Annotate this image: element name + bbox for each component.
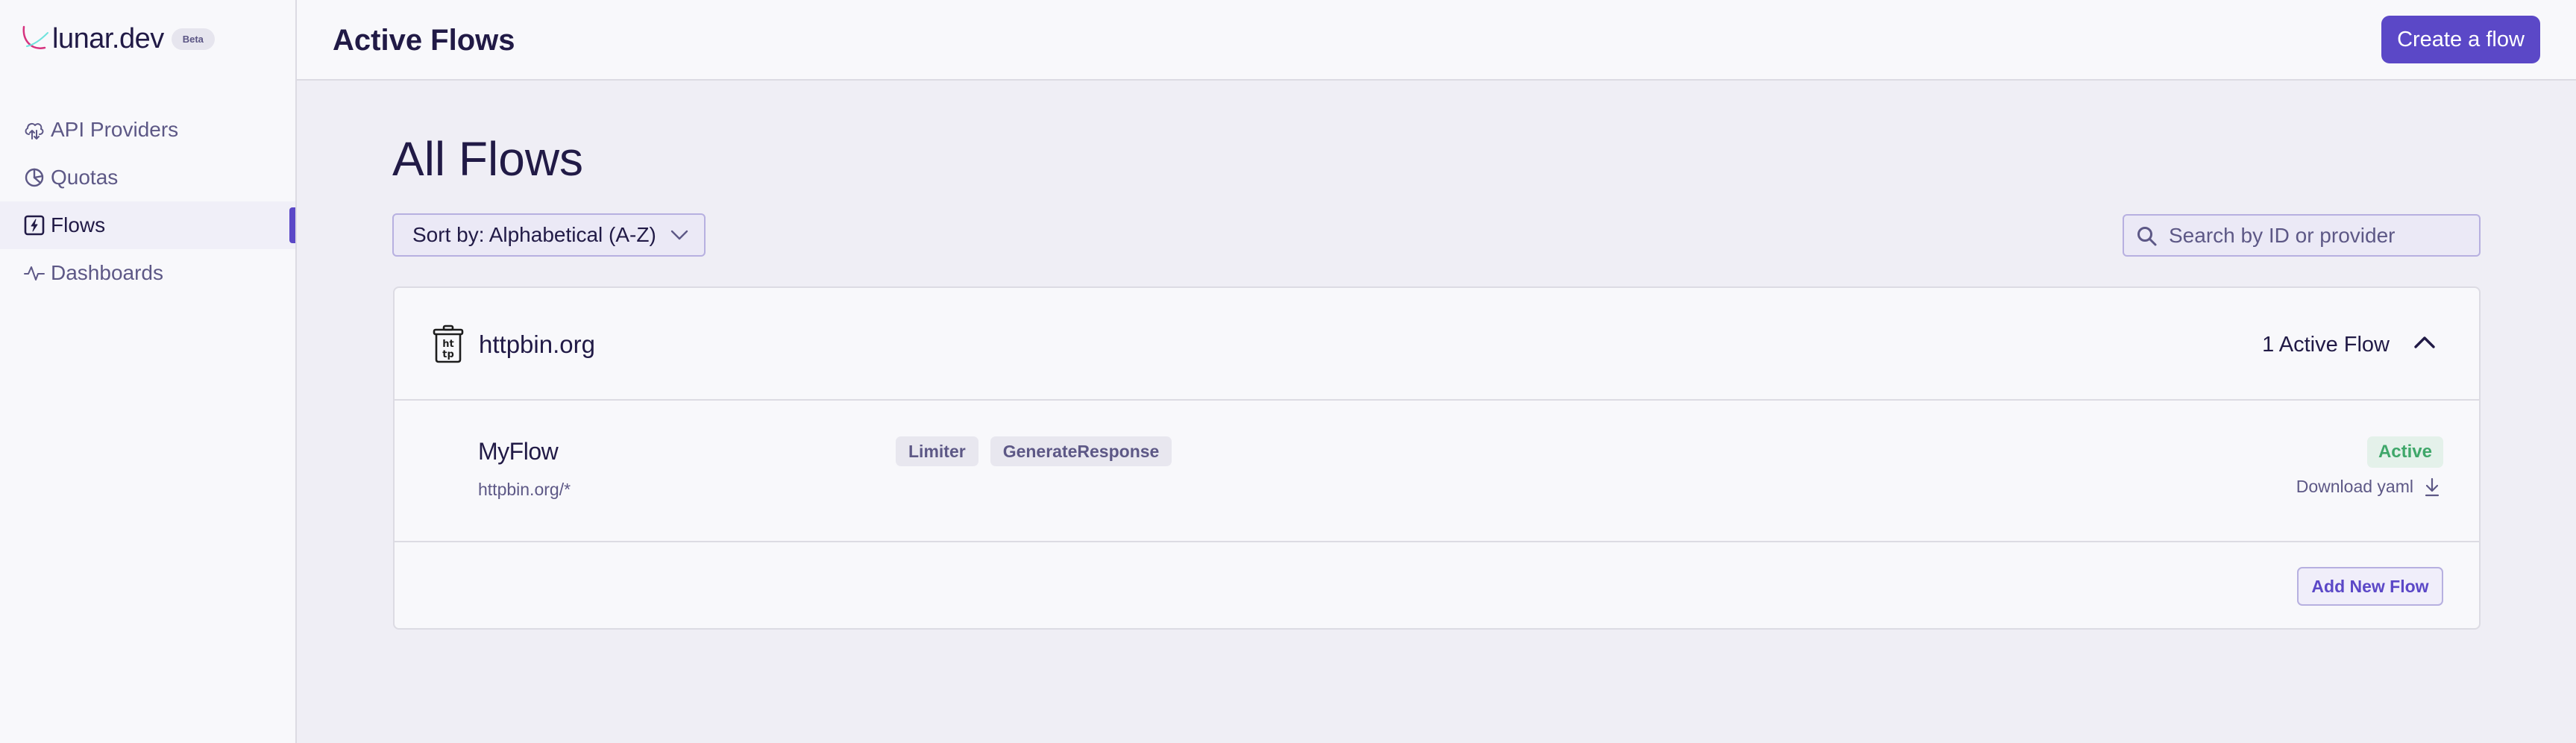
sidebar-item-label: API Providers [51, 118, 179, 141]
status-badge: Active [2366, 436, 2443, 468]
add-new-flow-button[interactable]: Add New Flow [2297, 567, 2443, 606]
sidebar-item-api-providers[interactable]: API Providers [0, 106, 295, 154]
active-nav-indicator [289, 207, 295, 243]
provider-card-footer: Add New Flow [395, 542, 2479, 630]
lunar-logo-icon [22, 25, 48, 49]
svg-text:tp: tp [442, 349, 454, 360]
provider-card-header[interactable]: ht tp httpbin.org 1 Active Flow [395, 288, 2479, 401]
lightning-box-icon [22, 213, 46, 237]
sort-dropdown-value: Sort by: Alphabetical (A-Z) [412, 223, 656, 246]
flow-tags: Limiter GenerateResponse [896, 436, 1172, 466]
provider-name: httpbin.org [479, 330, 595, 358]
flow-row[interactable]: MyFlow httpbin.org/* Limiter GenerateRes… [395, 401, 2479, 542]
section-title: All Flows [392, 132, 584, 186]
sidebar-item-flows[interactable]: Flows [0, 201, 295, 249]
sidebar-item-label: Flows [51, 213, 106, 236]
download-yaml-label: Download yaml [2296, 477, 2413, 496]
download-yaml-link[interactable]: Download yaml [2296, 477, 2440, 497]
download-icon [2425, 477, 2440, 496]
chevron-down-icon [670, 230, 688, 240]
cloud-upload-download-icon [22, 118, 46, 142]
sidebar-item-label: Dashboards [51, 261, 163, 284]
flow-tag: Limiter [896, 436, 978, 466]
pulse-icon [22, 261, 46, 285]
brand-name: lunar.dev [52, 22, 164, 54]
http-jar-icon: ht tp [433, 325, 464, 363]
sidebar-item-dashboards[interactable]: Dashboards [0, 249, 295, 297]
search-icon [2137, 227, 2157, 246]
search-input[interactable] [2169, 216, 2467, 255]
logo[interactable]: lunar.dev Beta [21, 22, 215, 55]
page-title: Active Flows [333, 24, 515, 57]
flow-tag: GenerateResponse [990, 436, 1172, 466]
svg-text:ht: ht [442, 339, 453, 350]
create-flow-button[interactable]: Create a flow [2381, 16, 2540, 63]
beta-badge: Beta [171, 28, 215, 50]
sidebar-item-quotas[interactable]: Quotas [0, 154, 295, 201]
search-box [2123, 214, 2481, 257]
chevron-up-icon[interactable] [2412, 331, 2437, 354]
sidebar-item-label: Quotas [51, 166, 119, 189]
flow-url: httpbin.org/* [478, 480, 571, 499]
provider-card: ht tp httpbin.org 1 Active Flow MyFlow h… [393, 286, 2481, 630]
top-bar: Active Flows Create a flow [297, 0, 2576, 81]
active-flow-count: 1 Active Flow [2262, 333, 2390, 357]
sidebar-nav: API Providers Quotas Flows Dashboards [0, 106, 295, 297]
flow-name: MyFlow [478, 438, 559, 465]
pie-chart-icon [22, 166, 46, 189]
sort-dropdown[interactable]: Sort by: Alphabetical (A-Z) [392, 213, 706, 257]
sidebar: lunar.dev Beta API Providers Quotas Flow… [0, 0, 297, 743]
